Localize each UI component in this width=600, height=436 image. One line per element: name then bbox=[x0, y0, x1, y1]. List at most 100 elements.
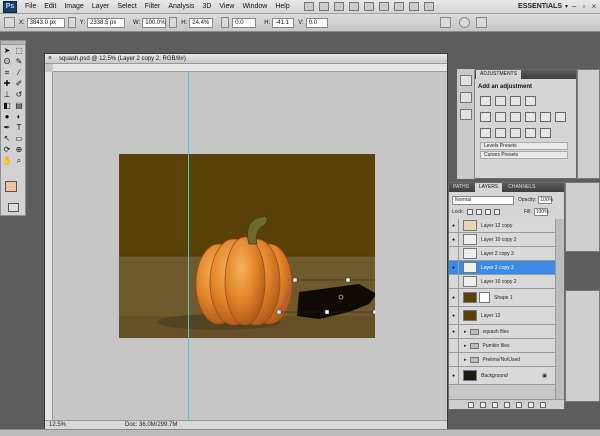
adjustment-layer-icon[interactable] bbox=[503, 401, 510, 408]
menu-window[interactable]: Window bbox=[242, 3, 267, 10]
threshold-icon[interactable] bbox=[510, 128, 521, 138]
move-tool-icon[interactable]: ➤ bbox=[1, 45, 13, 56]
hand-tool-icon[interactable]: ✋ bbox=[1, 155, 13, 166]
expand-arrow-icon[interactable]: ▸ bbox=[464, 343, 467, 349]
quick-select-tool-icon[interactable]: ✎ bbox=[13, 56, 25, 67]
invert-icon[interactable] bbox=[480, 128, 491, 138]
layer-row[interactable]: ● Shape 1 bbox=[449, 288, 555, 307]
layer-group-row[interactable]: ▸ Prelims/NotUsed bbox=[449, 352, 555, 367]
quick-mask-icon[interactable] bbox=[8, 203, 19, 212]
eye-icon[interactable]: ● bbox=[449, 232, 459, 247]
eye-icon[interactable]: ● bbox=[449, 288, 459, 307]
layer-style-icon[interactable] bbox=[479, 401, 486, 408]
layer-row[interactable]: ● Background ▣ bbox=[449, 366, 555, 385]
rotate-view-icon[interactable] bbox=[393, 2, 404, 11]
eye-icon[interactable]: ● bbox=[449, 306, 459, 325]
menu-help[interactable]: Help bbox=[275, 3, 289, 10]
lock-position-icon[interactable] bbox=[484, 208, 491, 215]
foreground-color-swatch[interactable] bbox=[5, 181, 17, 192]
healing-brush-icon[interactable]: ✚ bbox=[1, 78, 13, 89]
posterize-icon[interactable] bbox=[495, 128, 506, 138]
y-field[interactable]: 2338.5 px bbox=[87, 17, 126, 28]
eye-icon[interactable]: ● bbox=[449, 218, 459, 233]
h-skew-field[interactable]: -41.1 bbox=[272, 17, 295, 28]
expand-arrow-icon[interactable]: ▸ bbox=[464, 357, 467, 363]
type-tool-icon[interactable]: T bbox=[13, 122, 25, 133]
menu-select[interactable]: Select bbox=[117, 3, 136, 10]
curves-icon[interactable] bbox=[510, 96, 521, 106]
shape-tool-icon[interactable]: ▭ bbox=[13, 133, 25, 144]
angle-field[interactable]: 0.0 bbox=[232, 17, 257, 28]
layer-row[interactable]: ● Layer 12 bbox=[449, 306, 555, 325]
channel-mixer-icon[interactable] bbox=[555, 112, 566, 122]
layer-row[interactable]: ● Layer 10 copy 2 bbox=[449, 232, 555, 247]
history-panel-icon[interactable] bbox=[460, 75, 472, 86]
3d-rotate-icon[interactable]: ⟳ bbox=[1, 144, 13, 155]
screen-mode-icon[interactable] bbox=[423, 2, 434, 11]
color-balance-icon[interactable] bbox=[510, 112, 521, 122]
zoom-level[interactable]: 12.5% bbox=[49, 421, 66, 429]
layer-group-row[interactable]: ● ▸ squash files bbox=[449, 324, 555, 339]
workspace-switcher[interactable]: ESSENTIALS bbox=[518, 3, 562, 10]
guide-line[interactable] bbox=[188, 72, 189, 420]
menu-layer[interactable]: Layer bbox=[92, 3, 110, 10]
canvas-area[interactable] bbox=[53, 72, 447, 420]
zoom-tool-icon[interactable] bbox=[378, 2, 389, 11]
eraser-tool-icon[interactable]: ◧ bbox=[1, 100, 13, 111]
adjustments-panel-header[interactable]: ADJUSTMENTS bbox=[458, 70, 576, 79]
bridge-icon[interactable] bbox=[303, 2, 314, 11]
zoom-level-icon[interactable] bbox=[348, 2, 359, 11]
menu-3d[interactable]: 3D bbox=[202, 3, 211, 10]
black-white-icon[interactable] bbox=[525, 112, 536, 122]
tab-layers[interactable]: LAYERS bbox=[474, 183, 503, 192]
eye-hidden-icon[interactable] bbox=[449, 352, 459, 367]
photo-filter-icon[interactable] bbox=[540, 112, 551, 122]
relative-position-icon[interactable] bbox=[67, 17, 76, 28]
brightness-contrast-icon[interactable] bbox=[480, 96, 491, 106]
height-field[interactable]: 24.4% bbox=[189, 17, 214, 28]
lock-pixels-icon[interactable] bbox=[475, 208, 482, 215]
menu-edit[interactable]: Edit bbox=[44, 3, 56, 10]
layer-row[interactable]: ● Layer 12 copy bbox=[449, 218, 555, 233]
eye-hidden-icon[interactable] bbox=[449, 274, 459, 289]
arrange-documents-icon[interactable] bbox=[408, 2, 419, 11]
zoom-tool-icon[interactable]: ⌕ bbox=[13, 155, 25, 166]
layer-group-row[interactable]: ▸ Pumkin files bbox=[449, 338, 555, 353]
history-brush-icon[interactable]: ↺ bbox=[13, 89, 25, 100]
v-skew-field[interactable]: 0.0 bbox=[305, 17, 328, 28]
close-icon[interactable]: × bbox=[590, 2, 598, 11]
minimize-icon[interactable]: – bbox=[570, 2, 578, 11]
gradient-map-icon[interactable] bbox=[525, 128, 536, 138]
x-field[interactable]: 3843.0 px bbox=[26, 17, 65, 28]
tab-channels[interactable]: CHANNELS bbox=[504, 183, 539, 192]
blur-tool-icon[interactable]: ● bbox=[1, 111, 13, 122]
document-size[interactable]: Doc: 36.0M/299.7M bbox=[125, 421, 177, 429]
lock-all-icon[interactable] bbox=[493, 208, 500, 215]
warp-mode-icon[interactable] bbox=[439, 17, 451, 28]
layer-row[interactable]: Layer 10 copy 2 bbox=[449, 274, 555, 289]
layers-scrollbar[interactable] bbox=[555, 219, 564, 401]
opacity-field[interactable]: 100% bbox=[538, 196, 553, 204]
layer-row-selected[interactable]: ● Layer 2 copy 2 bbox=[449, 260, 555, 275]
close-document-icon[interactable]: × bbox=[48, 55, 52, 63]
commit-transform-icon[interactable] bbox=[475, 17, 487, 28]
expand-arrow-icon[interactable]: ▸ bbox=[464, 329, 467, 335]
brush-tool-icon[interactable]: ✐ bbox=[13, 78, 25, 89]
vibrance-icon[interactable] bbox=[480, 112, 491, 122]
width-field[interactable]: 100.0% bbox=[142, 17, 167, 28]
lasso-tool-icon[interactable]: ʘ bbox=[1, 56, 13, 67]
menu-analysis[interactable]: Analysis bbox=[168, 3, 194, 10]
new-group-icon[interactable] bbox=[515, 401, 522, 408]
view-extras-icon[interactable] bbox=[333, 2, 344, 11]
eye-hidden-icon[interactable] bbox=[449, 338, 459, 353]
crop-tool-icon[interactable]: ⌗ bbox=[1, 67, 13, 78]
hand-tool-icon[interactable] bbox=[363, 2, 374, 11]
new-layer-icon[interactable] bbox=[527, 401, 534, 408]
add-mask-icon[interactable] bbox=[491, 401, 498, 408]
3d-orbit-icon[interactable]: ⊕ bbox=[13, 144, 25, 155]
properties-panel-icon[interactable] bbox=[460, 109, 472, 120]
eye-icon[interactable]: ● bbox=[449, 260, 459, 275]
exposure-icon[interactable] bbox=[525, 96, 536, 106]
vertical-ruler[interactable] bbox=[45, 72, 53, 420]
layers-panel-header[interactable]: PATHS LAYERS CHANNELS bbox=[449, 183, 564, 192]
